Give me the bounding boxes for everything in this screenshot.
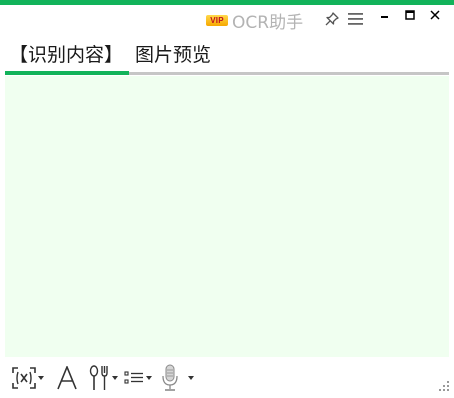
chevron-down-icon xyxy=(38,376,44,380)
chevron-down-icon xyxy=(146,376,152,380)
tab-bar: 【识别内容】 图片预览 xyxy=(5,38,449,76)
pin-icon[interactable] xyxy=(324,11,340,27)
minimize-icon[interactable] xyxy=(378,8,392,22)
resize-grip-icon[interactable] xyxy=(438,380,450,392)
title-area: VIP OCR助手 xyxy=(206,9,304,33)
close-icon[interactable] xyxy=(428,8,442,22)
list-format-button[interactable] xyxy=(124,364,152,392)
tab-image-preview-label: 图片预览 xyxy=(135,44,212,66)
tab-recognized-content[interactable]: 【识别内容】 xyxy=(5,40,129,75)
menu-icon[interactable] xyxy=(348,12,363,26)
recognize-region-button[interactable] xyxy=(12,364,44,392)
recognize-region-icon xyxy=(12,367,36,389)
top-accent-bar xyxy=(0,0,454,5)
voice-input-button[interactable] xyxy=(160,364,194,392)
active-tab-indicator xyxy=(5,71,129,75)
font-button[interactable] xyxy=(56,364,78,392)
tools-icon xyxy=(89,365,108,390)
tab-image-preview[interactable]: 图片预览 xyxy=(133,40,243,74)
microphone-icon xyxy=(162,364,178,391)
chevron-down-icon xyxy=(188,376,194,380)
vip-badge[interactable]: VIP xyxy=(206,14,228,26)
app-title: OCR助手 xyxy=(232,12,304,33)
list-format-icon xyxy=(124,371,143,384)
bottom-toolbar xyxy=(0,360,454,396)
font-icon xyxy=(57,366,77,390)
tools-button[interactable] xyxy=(88,364,118,392)
recognized-text-area[interactable] xyxy=(5,76,449,357)
tab-recognized-content-label: 【识别内容】 xyxy=(9,44,124,66)
chevron-down-icon xyxy=(112,376,118,380)
maximize-icon[interactable] xyxy=(403,8,417,22)
